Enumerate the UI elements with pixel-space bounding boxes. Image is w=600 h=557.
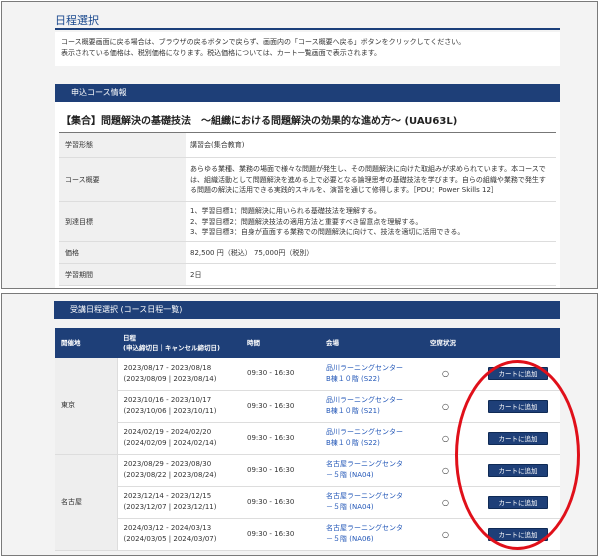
date-cell: 2024/02/19 - 2024/02/20 (2024/02/09 | 202…	[117, 422, 241, 455]
col-action	[482, 328, 560, 358]
time-cell: 09:30 - 16:30	[241, 518, 320, 551]
time-cell: 09:30 - 16:30	[241, 358, 320, 391]
info-value: は、組織活動として問題解決を進める上で必要となる論理思考の基礎技法を学びます。自…	[190, 175, 546, 184]
info-value: る問題の解決に活用できる実践的スキルを、演習を通じて修得します。［PDU：Pow…	[190, 186, 498, 194]
col-date-line1: 日程	[123, 334, 136, 342]
col-date: 日程 (申込締切日｜キャンセル締切日)	[117, 328, 241, 358]
venue-name[interactable]: 名古屋ラーニングセンタ	[326, 459, 424, 470]
course-info-panel: 日程選択 コース概要画面に戻る場合は、ブラウザの戻るボタンで戻らず、画面内の「コ…	[1, 1, 598, 289]
col-time: 時間	[241, 328, 320, 358]
date-cell: 2023/08/17 - 2023/08/18 (2023/08/09 | 202…	[117, 358, 241, 391]
info-label: 到達目標	[59, 202, 186, 241]
info-label: 価格	[59, 242, 186, 263]
date-cell: 2023/12/14 - 2023/12/15 (2023/12/07 | 202…	[117, 486, 241, 519]
time-cell: 09:30 - 16:30	[241, 454, 320, 487]
time-cell: 09:30 - 16:30	[241, 422, 320, 455]
venue-link[interactable]: 名古屋ラーニングセンタ －５階 (NA04)	[320, 486, 424, 519]
deadline-range: (2023/08/09 | 2023/08/14)	[123, 374, 217, 383]
venue-name[interactable]: 名古屋ラーニングセンタ	[326, 491, 424, 502]
deadline-range: (2024/03/05 | 2024/03/07)	[123, 535, 217, 543]
table-header-row: 開催地 日程 (申込締切日｜キャンセル締切日) 時間 会場 空席状況	[55, 328, 560, 358]
date-range: 2024/03/12 - 2024/03/13	[123, 524, 212, 532]
schedule-header: 受講日程選択 (コース日程一覧)	[54, 301, 560, 319]
course-title: 【集合】問題解決の基礎技法 ～組織における問題解決の効果的な進め方～ (UAU6…	[61, 116, 458, 127]
course-detail-box: 【集合】問題解決の基礎技法 ～組織における問題解決の効果的な進め方～ (UAU6…	[55, 102, 560, 288]
col-location: 開催地	[55, 328, 117, 358]
venue-link[interactable]: 品川ラーニングセンター B棟１０階 (S22)	[320, 422, 424, 455]
venue-name[interactable]: 品川ラーニングセンター	[326, 427, 424, 438]
venue-name[interactable]: 品川ラーニングセンター	[326, 363, 424, 374]
info-value: 2、学習目標2：問題解決技法の適用方法と重要すべき留意点を理解する。	[190, 217, 423, 226]
course-info-header: 申込コース情報	[55, 84, 560, 102]
date-range: 2023/12/14 - 2023/12/15	[123, 492, 212, 500]
col-date-line2: (申込締切日｜キャンセル締切日)	[123, 344, 220, 352]
info-row-overview: コース概要 あらゆる業種、業務の場面で様々な問題が発生し、その問題解決に向けた取…	[59, 158, 556, 202]
date-cell: 2023/08/29 - 2023/08/30 (2023/08/22 | 202…	[117, 454, 241, 487]
venue-room[interactable]: －５階 (NA04)	[326, 502, 424, 513]
info-row-goals: 到達目標 1、学習目標1：問題解決に用いられる基礎技法を理解する。 2、学習目標…	[59, 202, 556, 242]
time-cell: 09:30 - 16:30	[241, 486, 320, 519]
highlight-oval	[455, 360, 580, 550]
info-row-period: 学習期間 2日	[59, 264, 556, 286]
info-value: 1、学習目標1：問題解決に用いられる基礎技法を理解する。	[190, 207, 381, 215]
venue-room[interactable]: －５階 (NA06)	[326, 534, 424, 545]
info-label: コース概要	[59, 158, 186, 201]
location-cell: 名古屋	[55, 454, 118, 551]
venue-name[interactable]: 品川ラーニングセンター	[326, 395, 424, 406]
time-cell: 09:30 - 16:30	[241, 390, 320, 423]
info-value: 講習会(集合教育)	[190, 141, 245, 149]
col-venue: 会場	[320, 328, 424, 358]
info-label: 学習期間	[59, 264, 186, 285]
venue-link[interactable]: 名古屋ラーニングセンタ －５階 (NA06)	[320, 518, 424, 551]
col-status: 空席状況	[424, 328, 482, 358]
date-cell: 2024/03/12 - 2024/03/13 (2024/03/05 | 202…	[117, 518, 241, 551]
deadline-range: (2023/08/22 | 2023/08/24)	[123, 471, 217, 479]
notice-line: 表示されている価格は、税別価格になります。税込価格については、カート一覧画面で表…	[61, 49, 382, 57]
location-cell: 東京	[55, 358, 118, 455]
info-label: 学習形態	[59, 133, 186, 157]
venue-link[interactable]: 品川ラーニングセンター B棟１０階 (S21)	[320, 390, 424, 423]
venue-link[interactable]: 品川ラーニングセンター B棟１０階 (S22)	[320, 358, 424, 391]
info-value: あらゆる業種、業務の場面で様々な問題が発生し、その問題解決に向けた取組みが求めら…	[190, 165, 546, 173]
venue-room[interactable]: B棟１０階 (S22)	[326, 438, 424, 449]
info-row-price: 価格 82,500 円（税込） 75,000円（税別）	[59, 242, 556, 264]
venue-room[interactable]: B棟１０階 (S21)	[326, 406, 424, 417]
info-value: 3、学習目標3：自身が直面する業務での問題解決に向けて、技法を適切に活用できる。	[190, 228, 465, 236]
venue-room[interactable]: －５階 (NA04)	[326, 470, 424, 481]
date-range: 2024/02/19 - 2024/02/20	[123, 428, 212, 436]
date-range: 2023/08/17 - 2023/08/18	[123, 363, 212, 372]
title-divider	[55, 28, 560, 30]
deadline-range: (2023/12/07 | 2023/12/11)	[123, 503, 217, 511]
venue-room[interactable]: B棟１０階 (S22)	[326, 374, 424, 385]
notice-box: コース概要画面に戻る場合は、ブラウザの戻るボタンで戻らず、画面内の「コース概要へ…	[55, 32, 560, 66]
notice-line: コース概要画面に戻る場合は、ブラウザの戻るボタンで戻らず、画面内の「コース概要へ…	[61, 38, 466, 46]
deadline-range: (2023/10/06 | 2023/10/11)	[123, 407, 217, 415]
page-title: 日程選択	[55, 14, 99, 27]
deadline-range: (2024/02/09 | 2024/02/14)	[123, 439, 217, 447]
info-value: 82,500 円（税込） 75,000円（税別）	[190, 249, 314, 257]
date-cell: 2023/10/16 - 2023/10/17 (2023/10/06 | 202…	[117, 390, 241, 423]
info-row-format: 学習形態 講習会(集合教育)	[59, 133, 556, 158]
date-range: 2023/10/16 - 2023/10/17	[123, 396, 212, 404]
venue-link[interactable]: 名古屋ラーニングセンタ －５階 (NA04)	[320, 454, 424, 487]
availability-cell: ○	[424, 358, 482, 391]
info-value: 2日	[190, 271, 202, 279]
date-range: 2023/08/29 - 2023/08/30	[123, 460, 212, 468]
venue-name[interactable]: 名古屋ラーニングセンタ	[326, 523, 424, 534]
